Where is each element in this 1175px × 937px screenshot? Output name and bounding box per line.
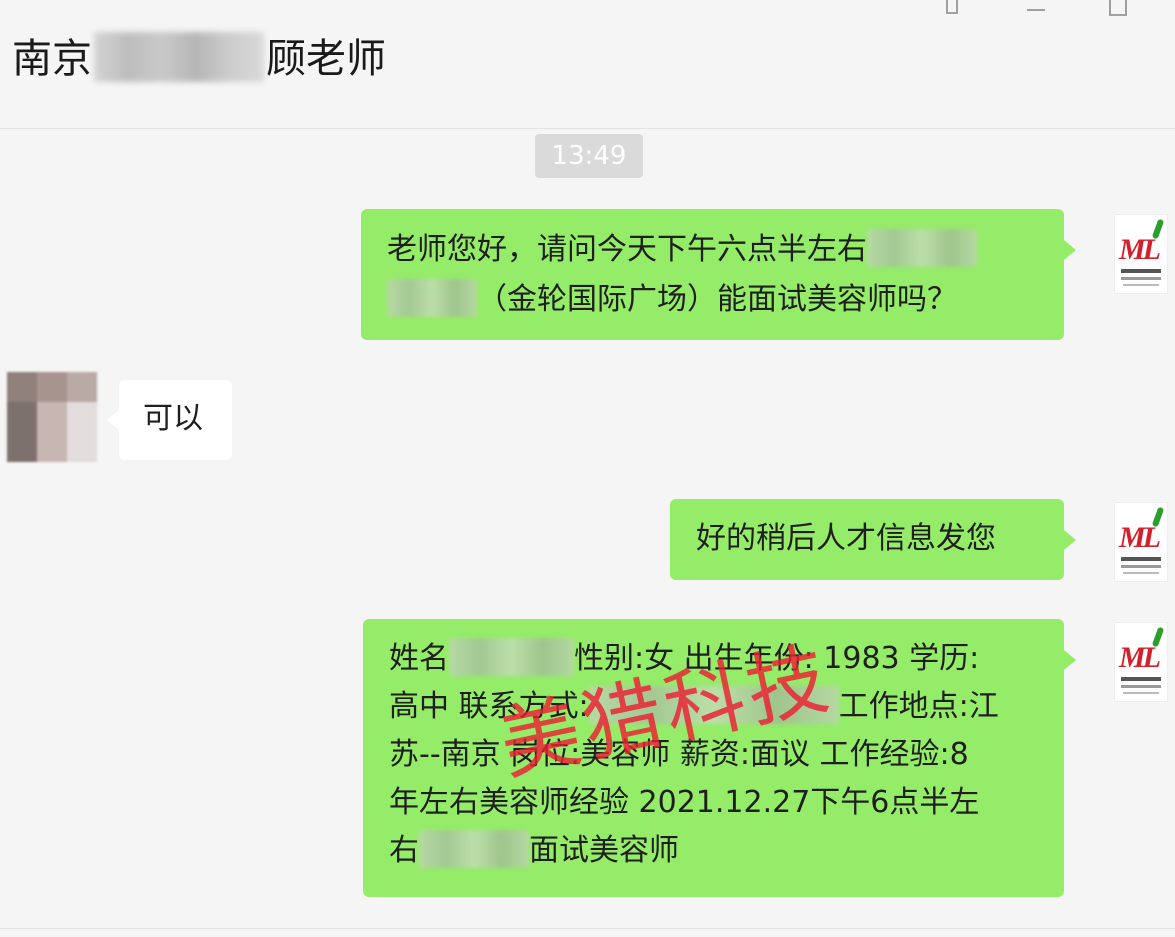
redacted-text [867,229,977,267]
message-bubble-received[interactable]: 可以 [119,380,232,460]
message-bubble-sent[interactable]: 老师您好，请问今天下午六点半左右 （金轮国际广场）能面试美容师吗？ [361,209,1064,340]
self-avatar[interactable]: ML [1114,622,1168,702]
pin-icon[interactable] [940,0,964,18]
self-avatar[interactable]: ML [1114,214,1168,294]
contact-avatar[interactable] [7,372,97,462]
divider [0,928,1175,929]
chat-window: 南京 顾老师 13:49 老师您好，请问今天下午六点半左右 （金轮国际广场）能面试… [0,0,1175,937]
chat-header: 南京 顾老师 [0,0,1175,129]
maximize-icon[interactable] [1106,0,1130,18]
message-line: 老师您好，请问今天下午六点半左右 [387,225,1040,275]
message-text: 好的稍后人才信息发您 [696,521,996,556]
message-timestamp: 13:49 [535,134,643,178]
redacted-text [419,830,529,868]
redacted-name [94,32,264,82]
minimize-icon[interactable] [1024,0,1048,18]
bubble-tail [1064,240,1076,260]
message-bubble-sent[interactable]: 好的稍后人才信息发您 [670,499,1064,580]
bubble-tail [1064,650,1076,670]
message-line: 年左右美容师经验 2021.12.27下午6点半左 [389,785,980,820]
title-prefix: 南京 [12,36,92,82]
self-avatar[interactable]: ML [1114,502,1168,582]
brand-logo: ML [1119,641,1161,674]
redacted-text [387,279,477,317]
brand-logo: ML [1119,521,1161,554]
message-text: 可以 [143,401,203,436]
bubble-tail [107,410,119,430]
chat-title: 南京 顾老师 [12,26,386,84]
message-line: 右面试美容师 [389,827,1044,875]
bubble-tail [1064,530,1076,550]
title-suffix: 顾老师 [266,36,386,82]
brand-logo: ML [1119,233,1161,266]
message-line: （金轮国际广场）能面试美容师吗？ [387,275,1040,325]
